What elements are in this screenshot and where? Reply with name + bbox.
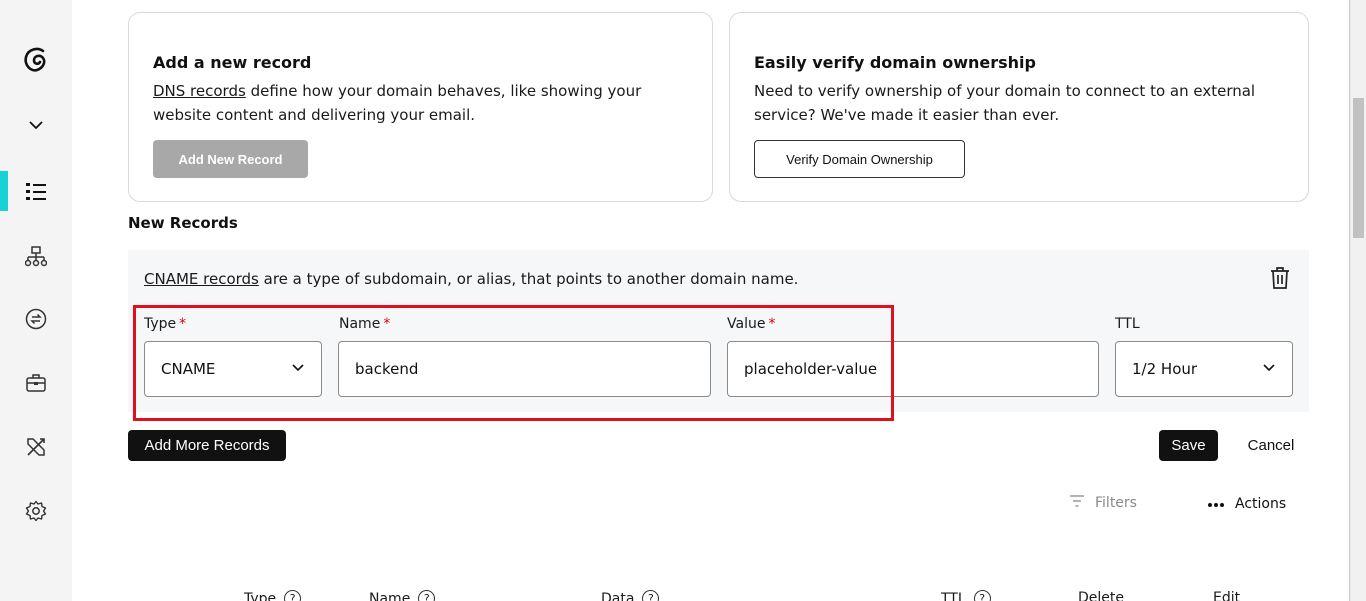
add-new-record-button[interactable]: Add New Record (153, 140, 308, 178)
ttl-label: TTL (1115, 316, 1140, 332)
column-delete: Delete (1078, 590, 1124, 601)
help-icon[interactable]: ? (418, 590, 436, 601)
cname-records-link[interactable]: CNAME records (144, 270, 259, 288)
type-label: Type * (144, 316, 187, 332)
help-icon[interactable]: ? (284, 590, 302, 601)
tools-icon[interactable] (0, 427, 72, 467)
type-select-value: CNAME (161, 360, 216, 378)
briefcase-icon[interactable] (0, 363, 72, 403)
value-input[interactable]: placeholder-value (727, 341, 1099, 397)
scrollbar-thumb[interactable] (1353, 98, 1364, 238)
column-type[interactable]: Type? (244, 590, 302, 601)
actions-label: Actions (1235, 496, 1287, 512)
column-ttl[interactable]: TTL? (941, 590, 991, 601)
godaddy-logo-icon[interactable] (0, 40, 72, 80)
name-input-value: backend (355, 360, 419, 378)
add-record-title: Add a new record (153, 53, 312, 72)
add-record-description: DNS records define how your domain behav… (153, 82, 642, 124)
verify-ownership-title: Easily verify domain ownership (754, 53, 1036, 72)
dns-records-link[interactable]: DNS records (153, 82, 246, 100)
column-data[interactable]: Data? (601, 590, 660, 601)
dns-list-icon[interactable] (0, 171, 72, 211)
verify-ownership-card: Easily verify domain ownership Need to v… (729, 12, 1309, 202)
actions-button[interactable]: Actions (1207, 496, 1286, 512)
trash-icon[interactable] (1269, 266, 1291, 294)
scrollbar[interactable] (1350, 0, 1366, 601)
filter-icon (1069, 494, 1085, 512)
name-input[interactable]: backend (338, 341, 711, 397)
records-table-header: Type? Name? Data? TTL? Delete Edit (0, 588, 1349, 601)
value-input-value: placeholder-value (744, 360, 878, 378)
transfer-icon[interactable] (0, 299, 72, 339)
type-select[interactable]: CNAME (144, 341, 322, 397)
name-label: Name * (339, 316, 391, 332)
save-button[interactable]: Save (1159, 430, 1218, 461)
column-name[interactable]: Name? (369, 590, 436, 601)
ttl-select[interactable]: 1/2 Hour (1115, 341, 1293, 397)
help-icon[interactable]: ? (642, 590, 660, 601)
new-record-panel: CNAME records are a type of subdomain, o… (128, 250, 1309, 412)
ttl-select-value: 1/2 Hour (1132, 360, 1198, 378)
verify-domain-ownership-button[interactable]: Verify Domain Ownership (754, 140, 965, 178)
column-edit: Edit (1213, 590, 1241, 601)
verify-ownership-description: Need to verify ownership of your domain … (754, 82, 1256, 124)
sidebar (0, 0, 72, 601)
more-dots-icon (1207, 496, 1225, 512)
filters-label: Filters (1095, 495, 1137, 511)
help-icon[interactable]: ? (973, 590, 991, 601)
chevron-down-icon (1262, 360, 1276, 378)
new-records-title: New Records (128, 214, 238, 232)
chevron-down-icon[interactable] (0, 105, 72, 145)
cancel-button[interactable]: Cancel (1236, 430, 1306, 461)
sitemap-icon[interactable] (0, 236, 72, 276)
add-more-records-button[interactable]: Add More Records (128, 430, 286, 461)
chevron-down-icon (291, 360, 305, 378)
gear-icon[interactable] (0, 491, 72, 531)
value-label: Value * (727, 316, 776, 332)
cname-description: CNAME records are a type of subdomain, o… (144, 270, 799, 288)
add-record-card: Add a new record DNS records define how … (128, 12, 713, 202)
filters-button[interactable]: Filters (1069, 494, 1137, 512)
